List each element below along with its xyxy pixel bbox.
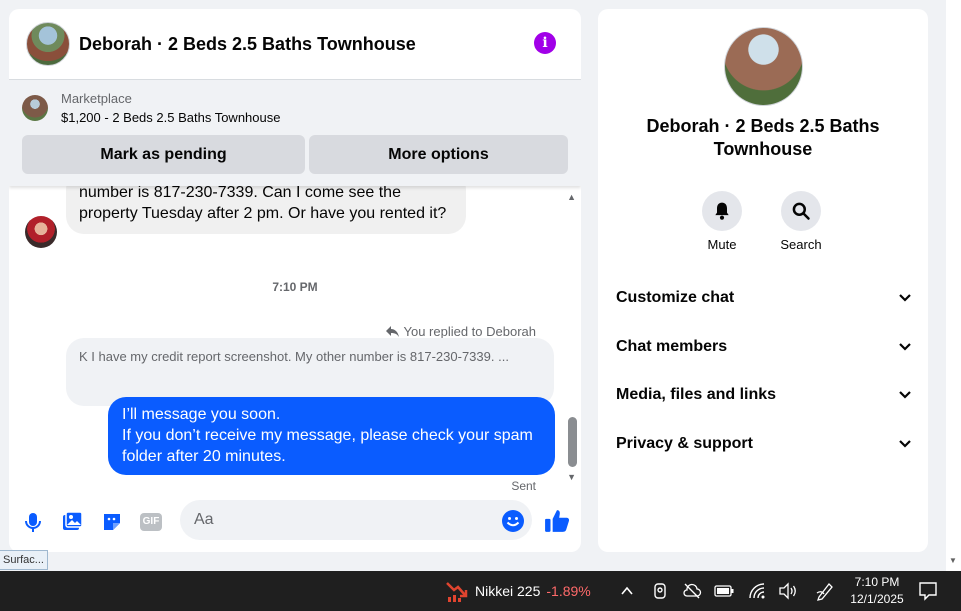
search-label: Search — [780, 237, 822, 252]
page-scroll-down-icon[interactable]: ▼ — [949, 556, 957, 565]
message-timestamp: 7:10 PM — [272, 280, 318, 294]
section-label: Media, files and links — [616, 386, 777, 403]
quoted-message[interactable]: K I have my credit report screenshot. My… — [66, 338, 554, 406]
message-composer: GIF — [9, 496, 581, 552]
scroll-down-arrow-icon[interactable]: ▼ — [567, 472, 576, 482]
reply-arrow-icon — [386, 326, 400, 337]
stock-ticker-widget[interactable]: Nikkei 225 -1.89% — [445, 571, 591, 611]
chevron-down-icon — [899, 440, 911, 448]
notification-icon[interactable] — [918, 581, 938, 601]
system-clock[interactable]: 7:10 PM 12/1/2025 — [850, 574, 904, 608]
page-scrollbar[interactable] — [946, 0, 961, 571]
like-thumbs-up-icon[interactable] — [544, 508, 570, 534]
profile-name: Deborah · 2 Beds 2.5 Baths Townhouse — [646, 116, 880, 159]
scroll-up-arrow-icon[interactable]: ▲ — [567, 192, 576, 202]
gif-icon[interactable]: GIF — [140, 513, 162, 531]
microphone-icon[interactable] — [21, 510, 45, 534]
ticker-change: -1.89% — [546, 583, 591, 599]
listing-category: Marketplace — [61, 91, 132, 106]
outgoing-message-line: If you don’t receive my message, please … — [122, 427, 533, 465]
listing-thumbnail[interactable] — [22, 95, 48, 121]
search-icon[interactable] — [781, 191, 821, 231]
chat-title[interactable]: Deborah · 2 Beds 2.5 Baths Townhouse — [79, 34, 416, 55]
listing-price-title[interactable]: $1,200 - 2 Beds 2.5 Baths Townhouse — [61, 110, 280, 125]
sent-status: Sent — [511, 479, 536, 493]
more-options-button[interactable]: More options — [309, 135, 568, 174]
wifi-icon[interactable] — [748, 582, 766, 600]
incoming-message[interactable]: number is 817-230-7339. Can I come see t… — [66, 186, 466, 234]
pen-icon[interactable] — [815, 581, 835, 601]
section-label: Customize chat — [616, 289, 735, 306]
outgoing-message[interactable]: I’ll message you soon. If you don’t rece… — [108, 397, 555, 475]
ticker-name: Nikkei 225 — [475, 583, 541, 599]
section-customize-chat[interactable]: Customize chat — [616, 286, 912, 310]
section-label: Chat members — [616, 338, 728, 355]
message-list[interactable]: number is 817-230-7339. Can I come see t… — [9, 186, 581, 496]
section-label: Privacy & support — [616, 435, 753, 452]
profile-picture[interactable] — [724, 27, 803, 106]
mark-as-pending-button[interactable]: Mark as pending — [22, 135, 305, 174]
chevron-down-icon — [899, 391, 911, 399]
section-chat-members[interactable]: Chat members — [616, 335, 912, 359]
conversation-info-panel: Deborah · 2 Beds 2.5 Baths Townhouse Mut… — [598, 9, 928, 552]
chevron-down-icon — [899, 343, 911, 351]
battery-icon[interactable] — [714, 583, 734, 599]
message-scrollbar-thumb[interactable] — [568, 417, 577, 467]
sender-avatar[interactable] — [25, 216, 57, 248]
chat-panel: Deborah · 2 Beds 2.5 Baths Townhouse i M… — [9, 9, 581, 552]
cloud-off-icon[interactable] — [682, 582, 702, 600]
chevron-up-icon[interactable] — [620, 584, 634, 598]
message-input[interactable] — [180, 500, 532, 540]
taskbar: Nikkei 225 -1.89% 7:10 PM 12/1/2025 — [0, 571, 961, 611]
sticker-icon[interactable] — [100, 510, 124, 534]
clock-time: 7:10 PM — [854, 575, 900, 589]
listing-avatar[interactable] — [26, 22, 70, 66]
mute-label: Mute — [707, 237, 737, 252]
reply-indicator: You replied to Deborah — [386, 324, 536, 339]
photo-icon[interactable] — [60, 510, 84, 534]
outgoing-message-line: I’ll message you soon. — [122, 406, 281, 423]
clock-date: 12/1/2025 — [850, 592, 904, 606]
search-action[interactable]: Search — [771, 191, 831, 252]
volume-icon[interactable] — [778, 582, 798, 600]
bell-icon[interactable] — [702, 191, 742, 231]
reply-indicator-text: You replied to Deborah — [403, 324, 536, 339]
chevron-down-icon — [899, 294, 911, 302]
marketplace-listing-bar: Marketplace $1,200 - 2 Beds 2.5 Baths To… — [9, 80, 581, 186]
camera-tray-icon[interactable] — [651, 582, 669, 600]
section-privacy-support[interactable]: Privacy & support — [616, 432, 912, 456]
emoji-icon[interactable] — [501, 509, 525, 533]
mute-action[interactable]: Mute — [692, 191, 752, 252]
stock-down-chart-icon — [446, 582, 468, 602]
status-tooltip: Surfac... — [0, 550, 48, 570]
info-icon[interactable]: i — [534, 32, 556, 54]
chat-header: Deborah · 2 Beds 2.5 Baths Townhouse i — [9, 9, 581, 80]
section-media-files-links[interactable]: Media, files and links — [616, 383, 912, 407]
